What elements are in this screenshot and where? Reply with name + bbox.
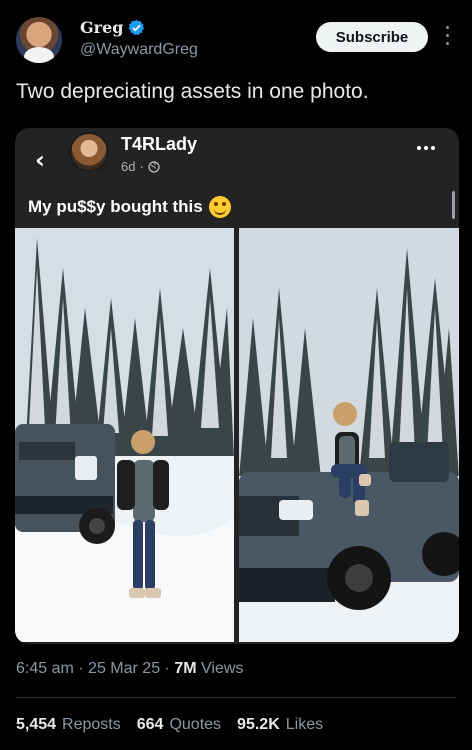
embedded-post[interactable]: ‹ T4RLady 6d · My pu$$y bought this bbox=[15, 128, 459, 644]
timestamp-separator: · bbox=[78, 660, 84, 677]
photo-left-image bbox=[15, 228, 234, 642]
author-handle[interactable]: @WaywardGreg bbox=[80, 41, 198, 59]
embed-meta: 6d · bbox=[121, 159, 160, 174]
tweet-date: 25 Mar 25 bbox=[88, 660, 161, 677]
tweet-time: 6:45 am bbox=[16, 660, 74, 677]
tweet-timestamp[interactable]: 6:45 am · 25 Mar 25 · 7M Views bbox=[16, 660, 243, 678]
embed-meta-dot: · bbox=[139, 159, 144, 174]
tweet-text: Two depreciating assets in one photo. bbox=[16, 80, 369, 103]
subscribe-button[interactable]: Subscribe bbox=[316, 22, 428, 52]
embed-age: 6d bbox=[121, 159, 136, 174]
photo-right[interactable] bbox=[239, 228, 459, 642]
quotes-count[interactable]: 664 bbox=[137, 716, 164, 734]
tweet-views-count: 7M bbox=[174, 660, 197, 677]
timestamp-separator: · bbox=[164, 660, 170, 677]
chevron-left-icon[interactable]: ‹ bbox=[35, 146, 45, 174]
engagement-stats: 5,454 Reposts 664 Quotes 95.2K Likes bbox=[16, 716, 333, 734]
quotes-label[interactable]: Quotes bbox=[169, 716, 221, 734]
tweet-header: Greg @WaywardGreg Subscribe bbox=[0, 0, 472, 72]
scrollbar[interactable] bbox=[452, 191, 455, 219]
photo-right-image bbox=[239, 228, 459, 642]
embed-caption-text: My pu$$y bought this bbox=[28, 197, 203, 216]
author-name-row: Greg bbox=[80, 18, 145, 37]
photo-left[interactable] bbox=[15, 228, 234, 642]
embed-caption: My pu$$y bought this bbox=[28, 196, 231, 218]
more-horizontal-icon[interactable] bbox=[417, 146, 435, 150]
reposts-count[interactable]: 5,454 bbox=[16, 716, 56, 734]
author-avatar[interactable] bbox=[16, 17, 62, 63]
embed-avatar[interactable] bbox=[69, 132, 109, 172]
likes-count[interactable]: 95.2K bbox=[237, 716, 280, 734]
smiling-face-emoji bbox=[208, 196, 231, 218]
tweet-views-label: Views bbox=[201, 660, 244, 677]
embed-author-name[interactable]: T4RLady bbox=[121, 134, 197, 155]
globe-icon bbox=[148, 160, 160, 173]
author-name[interactable]: Greg bbox=[80, 18, 123, 37]
stats-divider bbox=[16, 697, 456, 698]
verified-badge-icon bbox=[128, 19, 145, 36]
more-vertical-icon[interactable] bbox=[444, 26, 450, 48]
reposts-label[interactable]: Reposts bbox=[62, 716, 121, 734]
likes-label[interactable]: Likes bbox=[286, 716, 323, 734]
